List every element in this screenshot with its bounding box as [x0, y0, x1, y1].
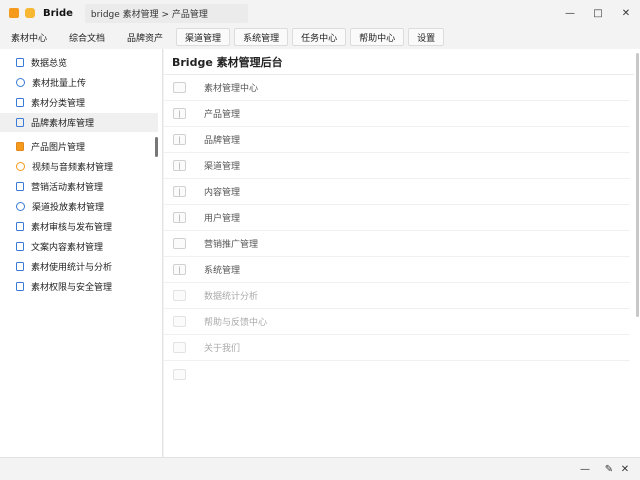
minimize-button[interactable]: — [556, 0, 584, 26]
window-path: bridge 素材管理 > 产品管理 [84, 3, 248, 23]
clock-icon [16, 78, 25, 87]
row-checkbox[interactable] [173, 82, 186, 93]
stats-icon [16, 262, 24, 271]
list-item[interactable]: | 产品管理 [164, 101, 630, 127]
image-icon [16, 142, 24, 151]
sidebar-item-label: 素材分类管理 [31, 99, 86, 109]
list-item[interactable]: | 系统管理 [164, 257, 630, 283]
list-item-label: 关于我们 [204, 344, 241, 354]
sidebar-item-label: 素材权限与安全管理 [31, 283, 113, 293]
channel-icon [16, 202, 25, 211]
sidebar-item-product-images[interactable]: 产品图片管理 [0, 137, 158, 156]
sidebar-scrollbar[interactable] [155, 137, 158, 157]
tab-channel[interactable]: 渠道管理 [176, 28, 231, 46]
row-checkbox[interactable]: | [173, 134, 186, 145]
list-item-label: 产品管理 [204, 110, 241, 120]
tab-material-center[interactable]: 素材中心 [2, 28, 56, 46]
row-checkbox[interactable]: | [173, 186, 186, 197]
sidebar-item-batch-upload[interactable]: 素材批量上传 [0, 73, 158, 92]
list-item[interactable]: 数据统计分析 [164, 283, 630, 309]
sidebar: 数据总览 素材批量上传 素材分类管理 品牌素材库管理 产品图片管理 视频与音频素… [0, 49, 163, 457]
row-checkbox[interactable] [173, 238, 186, 249]
sidebar-item-campaign[interactable]: 营销活动素材管理 [0, 177, 158, 196]
minus-button[interactable]: — [576, 462, 594, 476]
tab-system[interactable]: 系统管理 [234, 28, 289, 46]
sidebar-item-media[interactable]: 视频与音频素材管理 [0, 157, 158, 176]
row-checkbox[interactable]: | [173, 264, 186, 275]
list-item-label: 营销推广管理 [204, 240, 259, 250]
row-checkbox[interactable] [173, 316, 186, 327]
list-item[interactable]: | 渠道管理 [164, 153, 630, 179]
close-button[interactable]: ✕ [612, 0, 640, 26]
row-checkbox[interactable] [173, 290, 186, 301]
sidebar-item-overview[interactable]: 数据总览 [0, 53, 158, 72]
tab-help[interactable]: 帮助中心 [350, 28, 405, 46]
sidebar-item-label: 品牌素材库管理 [31, 119, 95, 129]
list-item-label: 数据统计分析 [204, 292, 259, 302]
list-item[interactable]: | 内容管理 [164, 179, 630, 205]
row-checkbox[interactable] [173, 342, 186, 353]
list-item-label: 素材管理中心 [204, 84, 259, 94]
sidebar-item-permissions[interactable]: 素材权限与安全管理 [0, 277, 158, 296]
main-header: Bridge 素材管理后台 [164, 49, 634, 75]
list-item-label: 渠道管理 [204, 162, 241, 172]
list-item[interactable]: 营销推广管理 [164, 231, 630, 257]
review-icon [16, 222, 24, 231]
list-item-label: 内容管理 [204, 188, 241, 198]
lock-icon [16, 282, 24, 291]
app-name: Bride [43, 7, 73, 19]
tab-brand-assets[interactable]: 品牌资产 [118, 28, 172, 46]
status-close-button[interactable]: ✕ [618, 462, 632, 476]
list-item-label: 用户管理 [204, 214, 241, 224]
sidebar-item-label: 素材审核与发布管理 [31, 223, 113, 233]
tab-settings[interactable]: 设置 [408, 28, 445, 46]
main-scrollbar[interactable] [636, 53, 639, 317]
sidebar-item-label: 数据总览 [31, 59, 68, 69]
sidebar-item-label: 产品图片管理 [31, 143, 86, 153]
row-checkbox[interactable]: | [173, 108, 186, 119]
sidebar-item-stats[interactable]: 素材使用统计与分析 [0, 257, 158, 276]
text-icon [16, 242, 24, 251]
sidebar-item-brand-library[interactable]: 品牌素材库管理 [0, 113, 158, 132]
sidebar-item-label: 营销活动素材管理 [31, 183, 104, 193]
sidebar-item-copywriting[interactable]: 文案内容素材管理 [0, 237, 158, 256]
sidebar-item-review[interactable]: 素材审核与发布管理 [0, 217, 158, 236]
list-item[interactable] [164, 361, 630, 387]
sidebar-item-category[interactable]: 素材分类管理 [0, 93, 158, 112]
sidebar-item-label: 素材使用统计与分析 [31, 263, 113, 273]
list-item-label: 品牌管理 [204, 136, 241, 146]
page-title: Bridge 素材管理后台 [172, 55, 283, 69]
list-item[interactable]: 素材管理中心 [164, 75, 630, 101]
app-badge-icon [25, 8, 35, 18]
media-icon [16, 162, 25, 171]
app-logo-icon [9, 8, 19, 18]
tab-bar: 素材中心 综合文档 品牌资产 渠道管理 系统管理 任务中心 帮助中心 设置 [0, 26, 640, 48]
sidebar-item-label: 渠道投放素材管理 [32, 203, 105, 213]
list-item[interactable]: | 品牌管理 [164, 127, 630, 153]
edit-button[interactable]: ✎ [602, 462, 616, 476]
status-bar: — ✎ ✕ [0, 457, 640, 480]
sidebar-item-label: 素材批量上传 [32, 79, 87, 89]
row-checkbox[interactable]: | [173, 212, 186, 223]
tag-icon [16, 98, 24, 107]
title-bar: Bride bridge 素材管理 > 产品管理 — □ ✕ [0, 0, 640, 26]
main-panel: Bridge 素材管理后台 素材管理中心 | 产品管理 | 品牌管理 | 渠道管… [164, 49, 640, 457]
list-item-label: 帮助与反馈中心 [204, 318, 268, 328]
tab-tasks[interactable]: 任务中心 [292, 28, 347, 46]
list-item[interactable]: 关于我们 [164, 335, 630, 361]
sidebar-item-label: 视频与音频素材管理 [32, 163, 114, 173]
maximize-button[interactable]: □ [584, 0, 612, 26]
campaign-icon [16, 182, 24, 191]
sidebar-item-channel[interactable]: 渠道投放素材管理 [0, 197, 158, 216]
list-item[interactable]: 帮助与反馈中心 [164, 309, 630, 335]
doc-icon [16, 58, 24, 67]
tab-documents[interactable]: 综合文档 [60, 28, 114, 46]
row-checkbox[interactable] [173, 368, 186, 380]
sidebar-item-label: 文案内容素材管理 [31, 243, 104, 253]
row-checkbox[interactable]: | [173, 160, 186, 171]
folder-icon [16, 118, 24, 127]
window-controls: — □ ✕ [556, 0, 640, 26]
list-item[interactable]: | 用户管理 [164, 205, 630, 231]
list-item-label: 系统管理 [204, 266, 241, 276]
